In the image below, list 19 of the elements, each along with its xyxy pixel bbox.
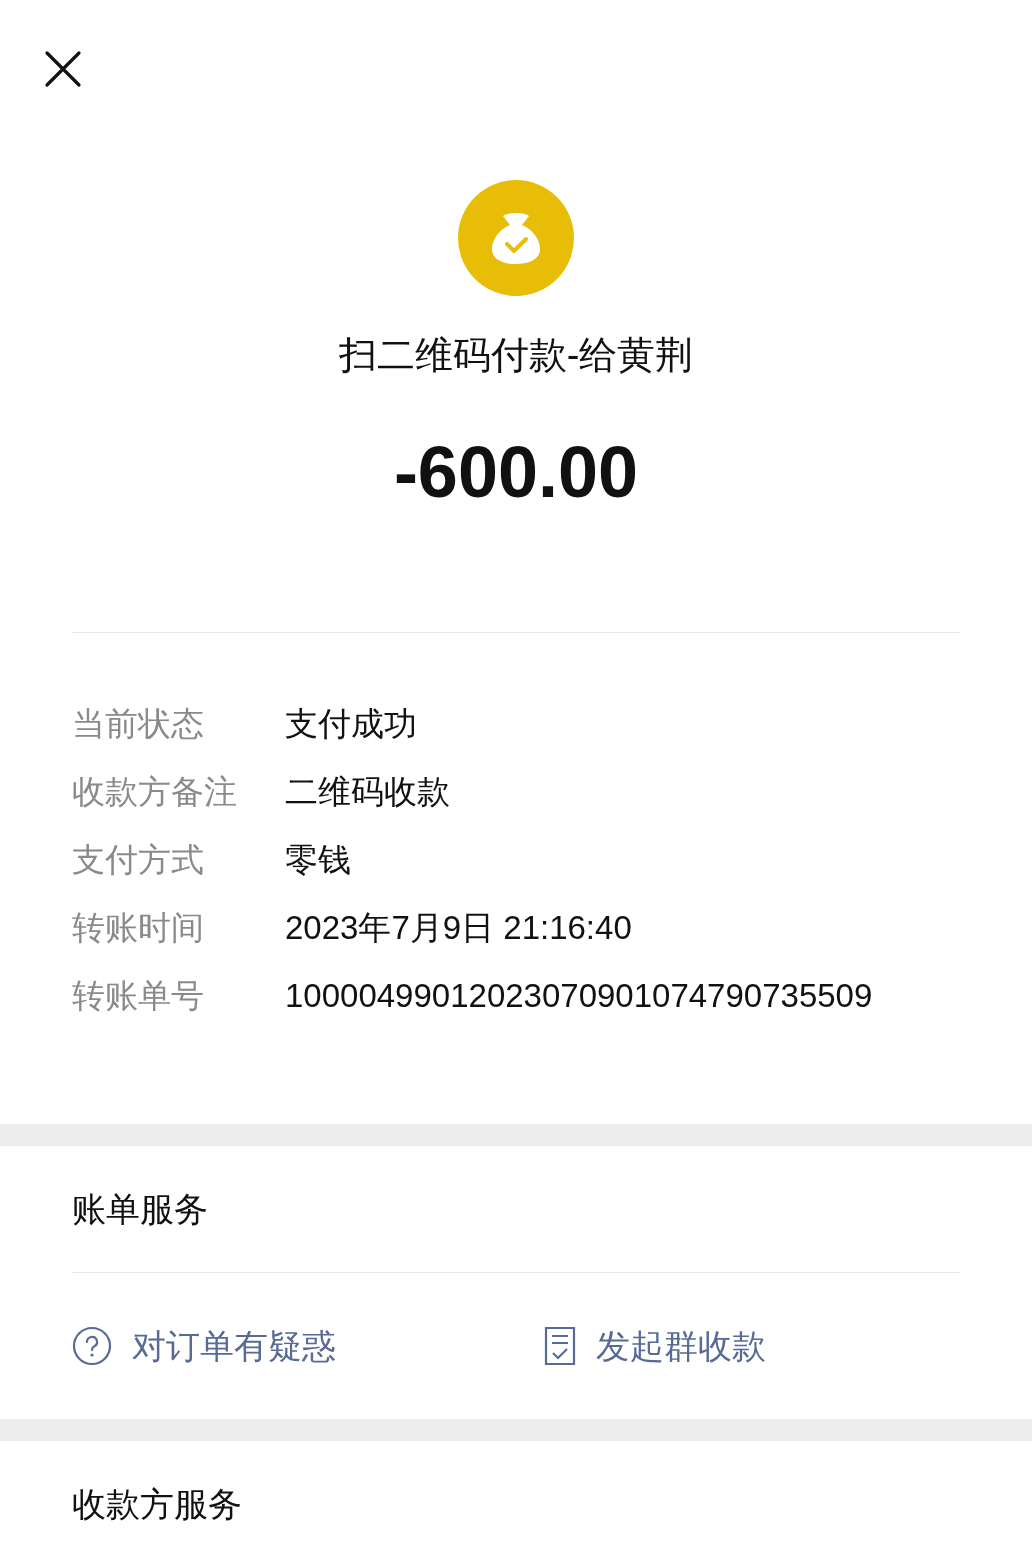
money-bag-icon (458, 180, 574, 296)
detail-value: 10000499012023070901074790735509 (285, 976, 873, 1017)
amount: -600.00 (392, 432, 640, 512)
service-link[interactable]: 对订单有疑惑 (72, 1320, 336, 1372)
detail-label: 收款方备注 (72, 772, 238, 813)
detail-label: 支付方式 (72, 840, 205, 881)
payment-title: 扫二维码付款-给黄荆 (337, 333, 695, 378)
detail-value: 支付成功 (285, 704, 417, 745)
bill-icon (544, 1326, 576, 1366)
detail-value: 零钱 (285, 840, 351, 881)
question-icon (72, 1326, 112, 1366)
detail-label: 转账时间 (72, 908, 205, 949)
section-title: 收款方服务 (72, 1484, 243, 1525)
detail-value: 2023年7月9日 21:16:40 (285, 908, 632, 949)
section-title: 账单服务 (72, 1146, 960, 1273)
detail-value: 二维码收款 (285, 772, 450, 813)
service-link[interactable]: 发起群收款 (544, 1320, 766, 1372)
detail-label: 当前状态 (72, 704, 205, 745)
detail-label: 转账单号 (72, 976, 205, 1017)
